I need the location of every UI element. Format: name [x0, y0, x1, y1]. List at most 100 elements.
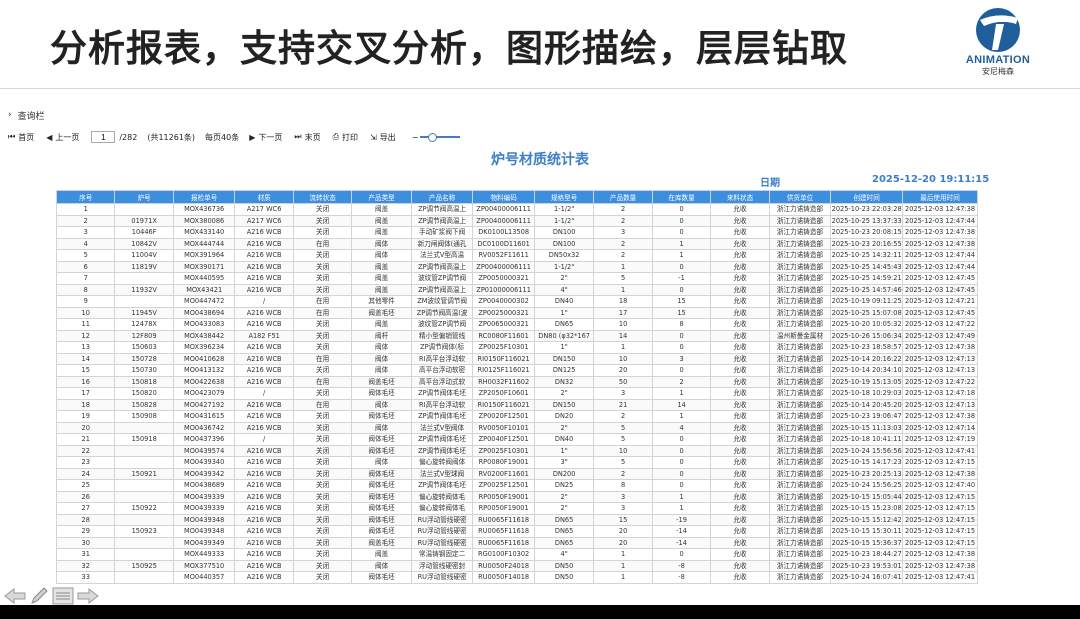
table-cell: 关闭	[292, 341, 353, 354]
table-row[interactable]: 15 150730 MO0413132 A216 WCB 关闭 阀体 高平台浮动软密 RI01…	[55, 364, 978, 377]
table-cell: 20	[593, 536, 653, 549]
table-cell: 允收	[710, 341, 770, 354]
table-cell	[114, 490, 174, 503]
column-header[interactable]: 规格型号	[533, 190, 595, 204]
table-cell: 2"	[533, 490, 595, 503]
query-bar[interactable]: › 查询栏	[8, 108, 45, 122]
table-row[interactable]: 14 150728 MO0410628 A216 WCB 在用 阀体 RI高平台浮动软 RI0…	[55, 352, 978, 365]
table-row[interactable]: 24 150921 MO0439342 A216 WCB 关闭 阀体毛坯 法兰式V型球阀 RV…	[55, 467, 978, 480]
table-cell: 允收	[710, 306, 770, 319]
column-header[interactable]: 产品类型	[351, 190, 412, 204]
table-row[interactable]: 22 MO0439574 A216 WCB 关闭 阀体毛坯 ZP调节阀体毛坯 ZP0025F…	[55, 444, 978, 457]
zoom-track[interactable]	[420, 133, 461, 142]
table-row[interactable]: 1 MOX436736 A217 WC6 关闭 阀盖 ZP调节阀高温上 ZP00400006…	[55, 203, 978, 216]
table-row[interactable]: 12 12F809 MOX438442 A182 F51 关闭 阀杆 精小型偏销管线 RC00…	[55, 329, 978, 342]
table-row[interactable]: 16 150818 MO0422638 A216 WCB 在用 阀盖毛坯 高平台浮动式软 RH…	[55, 375, 978, 388]
table-row[interactable]: 2 01971X MOX380086 A217 WC6 关闭 阀盖 ZP调节阀高温上 ZP00…	[55, 214, 978, 227]
zoom-slider[interactable]: −	[412, 133, 461, 142]
table-cell: RU0065F11618	[472, 513, 535, 526]
table-cell: 关闭	[292, 548, 353, 561]
last-page-button[interactable]: ⏭ 末页	[294, 132, 320, 143]
table-row[interactable]: 33 MO0440357 A216 WCB 关闭 阀体毛坯 RU浮动管线硬密 RU0050F…	[55, 571, 978, 584]
column-header[interactable]: 材质	[234, 190, 294, 204]
table-row[interactable]: 13 150603 MOX396234 A216 WCB 关闭 阀体 ZP调节阀体(标 ZP0…	[55, 341, 978, 354]
table-row[interactable]: 27 150922 MO0439339 A216 WCB 关闭 阀体毛坯 偏心旋转阀体毛 RP…	[55, 502, 978, 515]
table-cell: 2025-12-03 12:47:15	[902, 490, 978, 503]
table-cell: 阀体	[351, 456, 412, 469]
table-cell: A216 WCB	[234, 490, 294, 503]
table-row[interactable]: 7 MOX440595 A216 WCB 关闭 阀盖 波纹管ZP调节阀 ZP00500003…	[55, 272, 978, 285]
table-row[interactable]: 4 10842V MOX444744 A216 WCB 在用 阀体 新刀闸阀体(通孔 DC01…	[55, 237, 978, 250]
column-header[interactable]: 供货单位	[768, 190, 832, 204]
table-cell: 2	[55, 214, 116, 227]
table-cell: 允收	[710, 364, 770, 377]
table-row[interactable]: 29 150923 MO0439348 A216 WCB 关闭 阀体毛坯 RU浮动管线硬密 R…	[55, 525, 978, 538]
table-cell: 阀体毛坯	[351, 410, 412, 423]
table-cell: RP0080F19001	[472, 456, 535, 469]
table-cell: 2025-10-19 09:11:25	[830, 295, 904, 308]
table-cell: 高平台浮动式软	[410, 375, 474, 388]
column-header[interactable]: 最后使用时间	[902, 190, 978, 204]
table-cell: 阀体毛坯	[351, 467, 412, 480]
print-button[interactable]: ⎙ 打印	[333, 132, 358, 143]
table-cell: 2025-12-03 12:47:14	[902, 421, 978, 434]
zoom-knob[interactable]	[428, 133, 438, 142]
table-cell: A216 WCB	[234, 548, 294, 561]
first-page-button[interactable]: ⏮ 首页	[8, 132, 34, 143]
table-cell: 浙江力诺铸造部	[768, 352, 832, 365]
table-cell: MOX377510	[172, 559, 236, 572]
table-cell: 1	[651, 237, 712, 250]
table-cell: 浙江力诺铸造部	[768, 272, 832, 285]
table-cell: 150921	[114, 467, 174, 480]
table-row[interactable]: 10 11945V MO0438694 A216 WCB 在用 阀盖毛坯 ZP调节阀高温(波…	[55, 306, 978, 319]
table-row[interactable]: 9 MO0447472/在用 其他零件 ZM波纹管调节阀 ZP0040000302 DN4…	[55, 295, 978, 308]
table-row[interactable]: 21 150918 MO0437396/关闭 阀体毛坯 ZP调节阀体毛坯 ZP0040F1…	[55, 433, 978, 446]
table-row[interactable]: 3 10446F MOX433140 A216 WCB 关闭 阀盖 手动矿浆阀下阀 DK010…	[55, 226, 978, 239]
table-row[interactable]: 5 11004V MOX391964 A216 WCB 关闭 阀体 法兰式V型高温 RV005…	[55, 249, 978, 262]
table-row[interactable]: 8 11932V MOX43421 A216 WCB 关闭 阀盖 ZP调节阀高温上 ZP010…	[55, 283, 978, 296]
column-header[interactable]: 产品名称	[410, 190, 474, 204]
table-row[interactable]: 6 11819V MOX390171 A216 WCB 关闭 阀盖 ZP调节阀高温上 ZP00…	[55, 260, 978, 273]
table-cell: 允收	[710, 421, 770, 434]
page-number-input[interactable]	[91, 131, 116, 143]
page-total: /282	[119, 132, 138, 142]
column-header[interactable]: 创建时间	[830, 190, 904, 204]
table-row[interactable]: 26 MO0439339 A216 WCB 关闭 阀体毛坯 偏心旋转阀体毛 RP0050F1…	[55, 490, 978, 503]
table-cell: 14	[651, 398, 712, 411]
table-row[interactable]: 23 MO0439340 A216 WCB 关闭 阀体 偏心旋转阀阀体 RP0080F190…	[55, 456, 978, 469]
table-row[interactable]: 30 MO0439349 A216 WCB 关闭 阀盖毛坯 RU浮动管线硬密 RU0065F…	[55, 536, 978, 549]
table-cell: 允收	[710, 226, 770, 239]
table-cell: 4"	[533, 548, 595, 561]
table-cell: 0	[651, 283, 712, 296]
table-cell: 关闭	[292, 260, 353, 273]
table-cell: ZP00400006111	[472, 260, 535, 273]
table-row[interactable]: 11 12478X MO0433083 A216 WCB 关闭 阀盖 波纹管ZP调节阀 ZP0…	[55, 318, 978, 331]
next-page-button[interactable]: ▶ 下一页	[249, 132, 282, 143]
export-button[interactable]: ⇲ 导出	[370, 132, 396, 143]
column-header[interactable]: 物料编码	[472, 190, 535, 204]
table-cell: 阀盖毛坯	[351, 306, 412, 319]
column-header[interactable]: 流转状态	[292, 190, 353, 204]
column-header[interactable]: 序号	[55, 190, 116, 204]
column-header[interactable]: 报检单号	[172, 190, 236, 204]
table-row[interactable]: 17 150820 MO0423079/关闭 阀体毛坯 ZP调节阀体毛坯 ZP2050F1…	[55, 387, 978, 400]
table-row[interactable]: 31 MOX449333 A216 WCB 关闭 阀盖 常温铸钢固定二 RG0100F103…	[55, 548, 978, 561]
table-row[interactable]: 32 150925 MOX377510 A216 WCB 关闭 阀体 浮动管线硬密封 RU00…	[55, 559, 978, 572]
column-header[interactable]: 炉号	[114, 190, 174, 204]
table-cell: ZP调节阀体毛坯	[410, 387, 474, 400]
table-cell: 浙江力诺铸造部	[768, 513, 832, 526]
table-row[interactable]: 28 MO0439348 A216 WCB 关闭 阀体毛坯 RU浮动管线硬密 RU0065F…	[55, 513, 978, 526]
column-header[interactable]: 来料状态	[710, 190, 770, 204]
table-cell: 2025-10-25 14:59:21	[830, 272, 904, 285]
table-row[interactable]: 18 150828 MO0427192 A216 WCB 在用 阀体 RI高平台浮动软 RI0…	[55, 398, 978, 411]
table-cell: 1-1/2"	[533, 214, 595, 227]
table-row[interactable]: 20 MO0436742 A216 WCB 关闭 阀体 法兰式V型阀体 RV0050F101…	[55, 421, 978, 434]
table-row[interactable]: 19 150908 MO0431615 A216 WCB 关闭 阀体毛坯 ZP调节阀体毛坯 Z…	[55, 410, 978, 423]
table-cell: 允收	[710, 513, 770, 526]
column-header[interactable]: 产品数量	[593, 190, 653, 204]
table-cell: 浙江力诺铸造部	[768, 525, 832, 538]
prev-page-button[interactable]: ◀ 上一页	[46, 132, 79, 143]
column-header[interactable]: 在库数量	[651, 190, 712, 204]
table-cell: RU浮动管线硬密	[410, 525, 474, 538]
table-row[interactable]: 25 MO0438689 A216 WCB 关闭 阀体毛坯 ZP调节阀体毛坯 ZP0025F…	[55, 479, 978, 492]
